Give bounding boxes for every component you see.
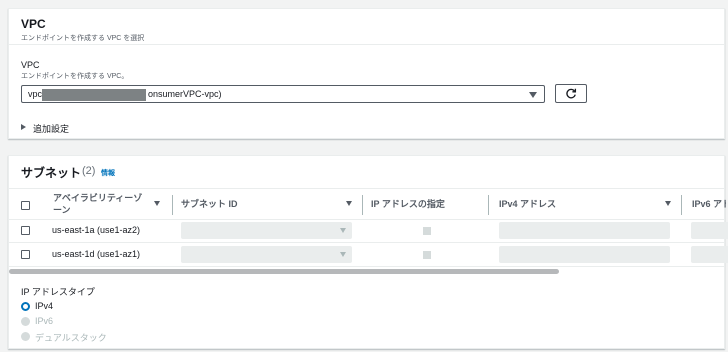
- table-row: us-east-1a (use1-az2): [9, 219, 728, 243]
- ipv6-address-input: [691, 222, 728, 239]
- sort-icon: [346, 201, 352, 206]
- radio-disabled-icon: [21, 317, 30, 326]
- ipv4-address-input: [499, 246, 670, 263]
- horizontal-scrollbar[interactable]: [9, 269, 559, 274]
- subnet-id-select: [181, 246, 352, 263]
- vpc-select[interactable]: vpc onsumerVPC-vpc): [21, 85, 545, 103]
- radio-dualstack-label: デュアルスタック: [35, 333, 107, 343]
- caret-down-icon: [340, 252, 346, 257]
- ipv6-address-input: [691, 246, 728, 263]
- subnet-count: (2): [82, 165, 96, 177]
- additional-settings-label: 追加設定: [33, 124, 70, 134]
- caret-right-icon: [21, 124, 26, 130]
- vpc-panel-header: VPC エンドポイントを作成する VPC を選択: [9, 9, 724, 45]
- column-header-ipv4[interactable]: IPv4 アドレス: [489, 189, 681, 220]
- subnet-panel-title: サブネット: [21, 166, 82, 180]
- vpc-select-suffix: onsumerVPC-vpc): [148, 89, 222, 99]
- sort-icon: [665, 201, 671, 206]
- vpc-field-description: エンドポイントを作成する VPC。: [21, 73, 129, 80]
- radio-checked-icon: [21, 302, 30, 311]
- vpc-select-prefix: vpc: [28, 89, 43, 99]
- column-header-ipv6-label: IPv6 アドレス: [692, 199, 726, 209]
- vpc-panel-description: エンドポイントを作成する VPC を選択: [21, 35, 145, 42]
- column-header-az-label: アベイラビリティーゾーン: [53, 193, 143, 215]
- caret-down-icon: [340, 228, 346, 233]
- info-link[interactable]: 情報: [101, 168, 115, 178]
- ip-designation-checkbox: [423, 227, 431, 235]
- row-checkbox[interactable]: [21, 250, 30, 259]
- sort-icon: [154, 201, 160, 206]
- ip-address-type-label: IP アドレスタイプ: [21, 287, 95, 297]
- ipv4-address-input: [499, 222, 670, 239]
- refresh-icon: [566, 88, 577, 99]
- subnet-panel: サブネット (2) 情報 アベイラビリティーゾーン サブネット ID IP アド…: [8, 155, 728, 349]
- radio-ipv6-label: IPv6: [35, 316, 54, 326]
- select-all-checkbox[interactable]: [21, 201, 30, 210]
- az-cell: us-east-1d (use1-az1): [52, 249, 141, 259]
- refresh-button[interactable]: [555, 84, 587, 103]
- radio-disabled-icon: [21, 332, 30, 341]
- az-cell: us-east-1a (use1-az2): [52, 225, 141, 235]
- table-row: us-east-1d (use1-az1): [9, 243, 728, 267]
- column-header-az[interactable]: アベイラビリティーゾーン: [43, 189, 173, 220]
- vpc-panel: VPC エンドポイントを作成する VPC を選択 VPC エンドポイントを作成す…: [8, 8, 725, 139]
- table-header: アベイラビリティーゾーン サブネット ID IP アドレスの指定 IPv4 アド…: [9, 188, 726, 220]
- column-header-ip-designation: IP アドレスの指定: [361, 189, 487, 220]
- column-header-ip-designation-label: IP アドレスの指定: [371, 199, 445, 209]
- column-header-ipv6[interactable]: IPv6 アドレス: [682, 189, 726, 220]
- caret-down-icon: [529, 92, 537, 98]
- column-header-ipv4-label: IPv4 アドレス: [499, 199, 557, 209]
- ip-designation-checkbox: [423, 251, 431, 259]
- row-checkbox[interactable]: [21, 226, 30, 235]
- subnet-id-select: [181, 222, 352, 239]
- vpc-field-label: VPC: [21, 60, 40, 70]
- column-header-subnet-id[interactable]: サブネット ID: [171, 189, 360, 220]
- vpc-panel-title: VPC: [21, 17, 46, 31]
- redacted-text-mask: [42, 89, 146, 101]
- column-header-subnet-id-label: サブネット ID: [181, 199, 238, 209]
- radio-ipv4-label: IPv4: [35, 301, 54, 311]
